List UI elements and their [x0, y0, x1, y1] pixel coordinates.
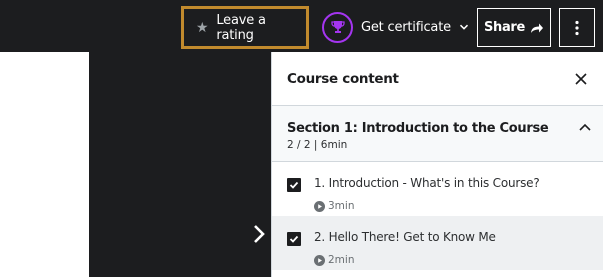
lecture-title: 2. Hello There! Get to Know Me [314, 230, 496, 244]
chevron-right-icon[interactable] [249, 222, 269, 246]
more-vertical-icon [575, 20, 579, 35]
section-title: Section 1: Introduction to the Course [287, 121, 549, 136]
lecture-duration: 2min [314, 254, 588, 266]
section-progress: 2 / 2 | 6min [287, 139, 348, 151]
leave-rating-button[interactable]: ★ Leave a rating [181, 6, 309, 49]
lecture-item[interactable]: 1. Introduction - What's in this Course?… [272, 162, 603, 216]
chevron-down-icon [459, 24, 468, 30]
share-label: Share [483, 20, 526, 35]
share-button[interactable]: Share [477, 8, 551, 47]
play-icon [314, 254, 325, 266]
get-certificate-button[interactable]: Get certificate [322, 11, 469, 43]
lecture-item[interactable]: 2. Hello There! Get to Know Me 2min [272, 216, 603, 270]
star-icon: ★ [196, 19, 209, 36]
lecture-duration: 3min [314, 200, 588, 212]
leave-rating-label: Leave a rating [216, 12, 266, 43]
completed-checkbox[interactable] [287, 232, 301, 246]
completed-checkbox[interactable] [287, 178, 301, 192]
sidebar-header: Course content [272, 52, 603, 106]
top-bar: ★ Leave a rating Get certificate Share [0, 0, 603, 52]
share-arrow-icon [531, 23, 544, 33]
lecture-duration-text: 2min [328, 254, 355, 266]
video-player-area [89, 52, 271, 277]
course-content-sidebar: Course content Section 1: Introduction t… [271, 52, 603, 277]
lecture-duration-text: 3min [328, 200, 355, 212]
get-certificate-label: Get certificate [361, 19, 451, 35]
chevron-up-icon[interactable] [578, 122, 592, 132]
close-icon[interactable] [574, 72, 588, 86]
trophy-icon [322, 11, 353, 43]
section-header[interactable]: Section 1: Introduction to the Course 2 … [272, 106, 603, 162]
check-icon [289, 181, 299, 189]
lecture-content-area [0, 52, 89, 277]
play-icon [314, 200, 325, 212]
lecture-title: 1. Introduction - What's in this Course? [314, 176, 540, 190]
check-icon [289, 235, 299, 243]
more-options-button[interactable] [559, 8, 595, 47]
sidebar-title: Course content [287, 70, 399, 87]
